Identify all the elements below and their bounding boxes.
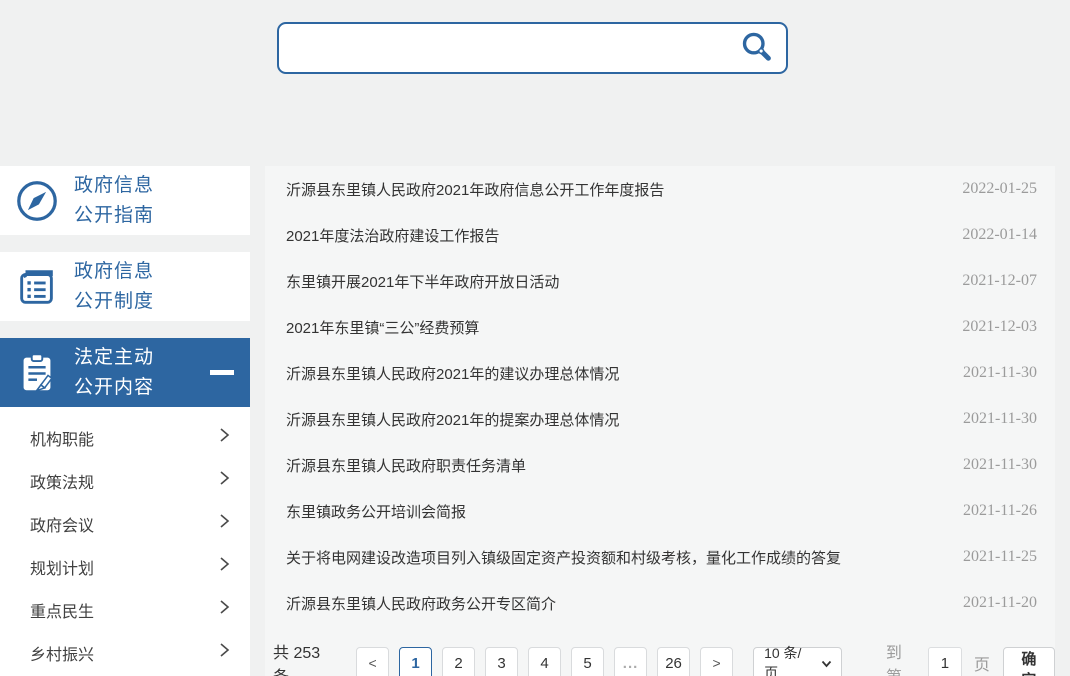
compass-icon — [0, 178, 74, 224]
sidebar-item-label: 政府信息 公开制度 — [74, 257, 154, 317]
sidebar-item-label: 政府信息 公开指南 — [74, 171, 154, 231]
article-title[interactable]: 2021年东里镇“三公”经费预算 — [286, 317, 479, 338]
search-icon — [738, 29, 774, 68]
goto-page-group: 到第 页 确定 — [886, 639, 1055, 676]
submenu-item[interactable]: 机构职能 — [0, 416, 250, 459]
submenu-item-label: 机构职能 — [30, 426, 94, 450]
chevron-right-icon — [219, 470, 230, 491]
sidebar-item-label: 法定主动 公开内容 — [74, 343, 154, 403]
prev-page-button[interactable]: < — [356, 647, 389, 676]
article-row[interactable]: 2021年度法治政府建设工作报告 2022-01-14 — [265, 212, 1055, 258]
article-list: 沂源县东里镇人民政府2021年政府信息公开工作年度报告 2022-01-25 2… — [265, 166, 1055, 626]
page-number-button[interactable]: 2 — [442, 647, 475, 676]
chevron-right-icon — [219, 513, 230, 534]
article-date: 2022-01-14 — [962, 226, 1037, 244]
article-list-panel: 沂源县东里镇人民政府2021年政府信息公开工作年度报告 2022-01-25 2… — [265, 166, 1055, 676]
page-number-button[interactable]: ... — [614, 647, 647, 676]
submenu-item[interactable]: 乡村振兴 — [0, 631, 250, 674]
article-title[interactable]: 沂源县东里镇人民政府政务公开专区简介 — [286, 593, 556, 614]
article-title[interactable]: 沂源县东里镇人民政府2021年的提案办理总体情况 — [286, 409, 619, 430]
article-row[interactable]: 东里镇政务公开培训会简报 2021-11-26 — [265, 488, 1055, 534]
article-title[interactable]: 东里镇开展2021年下半年政府开放日活动 — [286, 271, 559, 292]
submenu-item-label: 政府会议 — [30, 512, 94, 536]
article-title[interactable]: 沂源县东里镇人民政府2021年的建议办理总体情况 — [286, 363, 619, 384]
submenu-item[interactable]: 重点民生 — [0, 588, 250, 631]
goto-suffix-label: 页 — [974, 651, 990, 675]
sidebar-item-disclosure-rules[interactable]: 政府信息 公开制度 — [0, 252, 250, 321]
goto-prefix-label: 到第 — [886, 639, 916, 676]
rules-book-icon — [0, 264, 74, 310]
page-number-buttons: 1 2 3 4 5 ... 26 — [399, 647, 700, 676]
article-date: 2021-11-20 — [963, 594, 1037, 612]
article-row[interactable]: 沂源县东里镇人民政府2021年的提案办理总体情况 2021-11-30 — [265, 396, 1055, 442]
total-count-label: 共 253 条 — [273, 639, 339, 676]
search-button[interactable] — [736, 28, 776, 68]
next-page-button[interactable]: > — [700, 647, 733, 676]
search-bar — [277, 22, 788, 74]
article-row[interactable]: 沂源县东里镇人民政府2021年政府信息公开工作年度报告 2022-01-25 — [265, 166, 1055, 212]
page-size-select[interactable]: 10 条/页 — [753, 647, 842, 676]
chevron-right-icon — [219, 599, 230, 620]
search-input[interactable] — [293, 28, 736, 68]
page-number-button[interactable]: 5 — [571, 647, 604, 676]
sidebar: 政府信息 公开指南 政府信息 公开制度 — [0, 166, 250, 676]
article-row[interactable]: 关于将电网建设改造项目列入镇级固定资产投资额和村级考核，量化工作成绩的答复 20… — [265, 534, 1055, 580]
collapse-minus-icon[interactable] — [210, 370, 234, 375]
page-number-button[interactable]: 1 — [399, 647, 432, 676]
page-number-button[interactable]: 3 — [485, 647, 518, 676]
article-title[interactable]: 沂源县东里镇人民政府职责任务清单 — [286, 455, 526, 476]
article-row[interactable]: 沂源县东里镇人民政府职责任务清单 2021-11-30 — [265, 442, 1055, 488]
article-row[interactable]: 2021年东里镇“三公”经费预算 2021-12-03 — [265, 304, 1055, 350]
article-row[interactable]: 沂源县东里镇人民政府2021年的建议办理总体情况 2021-11-30 — [265, 350, 1055, 396]
chevron-right-icon — [219, 427, 230, 448]
article-date: 2021-11-25 — [963, 548, 1037, 566]
article-date: 2021-11-26 — [963, 502, 1037, 520]
article-row[interactable]: 东里镇开展2021年下半年政府开放日活动 2021-12-07 — [265, 258, 1055, 304]
page-number-button[interactable]: 26 — [657, 647, 690, 676]
submenu-item[interactable]: 规划计划 — [0, 545, 250, 588]
sidebar-item-statutory-disclosure[interactable]: 法定主动 公开内容 — [0, 338, 250, 407]
submenu-item-label: 乡村振兴 — [30, 641, 94, 665]
chevron-right-icon — [219, 642, 230, 663]
goto-confirm-button[interactable]: 确定 — [1003, 647, 1055, 676]
article-date: 2021-12-03 — [962, 318, 1037, 336]
article-title[interactable]: 2021年度法治政府建设工作报告 — [286, 225, 499, 246]
submenu-item[interactable]: 政府会议 — [0, 502, 250, 545]
submenu-item-label: 重点民生 — [30, 598, 94, 622]
article-title[interactable]: 东里镇政务公开培训会简报 — [286, 501, 466, 522]
sidebar-item-disclosure-guide[interactable]: 政府信息 公开指南 — [0, 166, 250, 235]
page-size-value: 10 条/页 — [764, 643, 814, 676]
clipboard-edit-icon — [0, 350, 74, 396]
chevron-down-icon — [821, 655, 832, 671]
chevron-right-icon — [219, 556, 230, 577]
submenu-item[interactable]: 政策法规 — [0, 459, 250, 502]
article-row[interactable]: 沂源县东里镇人民政府政务公开专区简介 2021-11-20 — [265, 580, 1055, 626]
pagination: 共 253 条 < 1 2 3 4 5 ... 26 > 10 条/页 — [265, 639, 1055, 676]
article-date: 2022-01-25 — [962, 180, 1037, 198]
submenu-item-label: 政策法规 — [30, 469, 94, 493]
sidebar-submenu: 机构职能 政策法规 政府会议 — [0, 407, 250, 676]
article-title[interactable]: 沂源县东里镇人民政府2021年政府信息公开工作年度报告 — [286, 179, 664, 200]
page-number-button[interactable]: 4 — [528, 647, 561, 676]
article-date: 2021-12-07 — [962, 272, 1037, 290]
submenu-item-label: 规划计划 — [30, 555, 94, 579]
article-date: 2021-11-30 — [963, 456, 1037, 474]
goto-page-input[interactable] — [928, 647, 962, 676]
article-title[interactable]: 关于将电网建设改造项目列入镇级固定资产投资额和村级考核，量化工作成绩的答复 — [286, 547, 841, 568]
article-date: 2021-11-30 — [963, 410, 1037, 428]
article-date: 2021-11-30 — [963, 364, 1037, 382]
